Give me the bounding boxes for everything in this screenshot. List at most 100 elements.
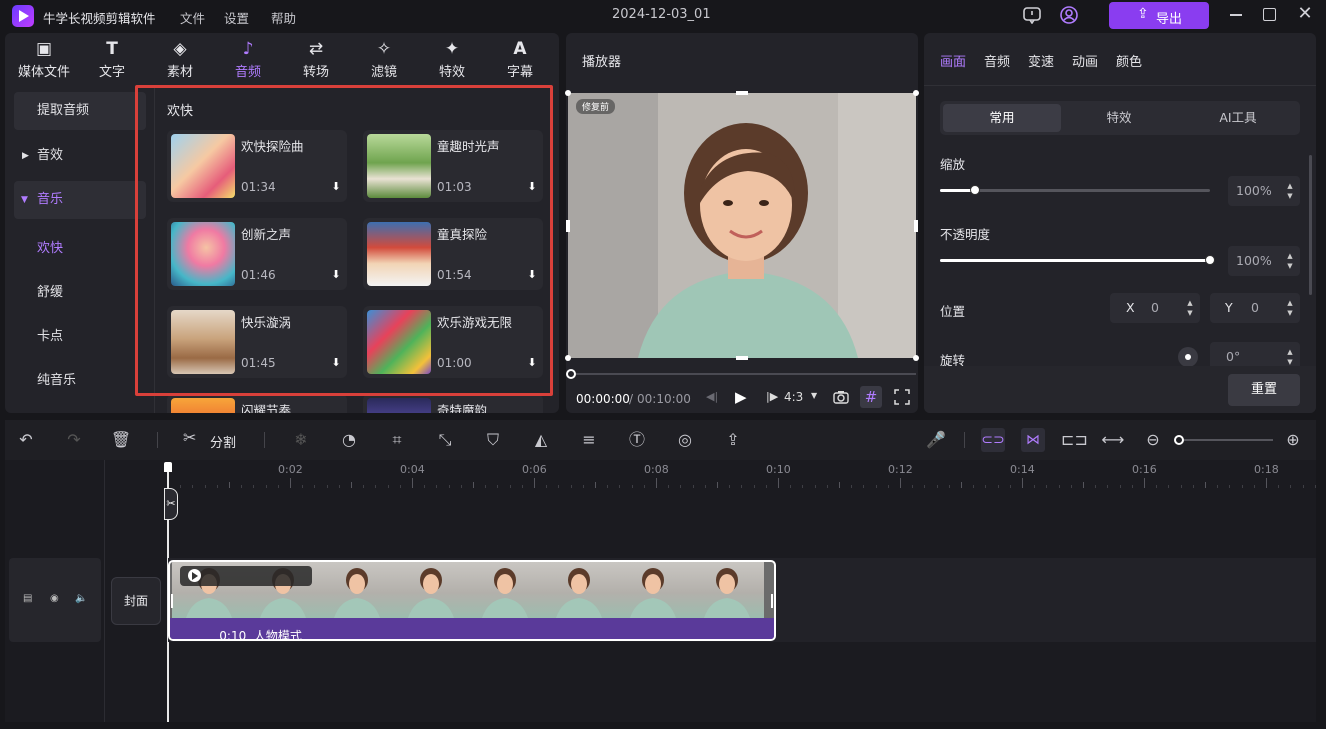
- sidebar-item-extract[interactable]: 提取音频: [14, 92, 146, 130]
- sidebar-sub-beat[interactable]: 卡点: [37, 325, 63, 344]
- tab-material[interactable]: ◈ 素材: [146, 33, 214, 83]
- prev-frame-icon[interactable]: ◀|: [706, 390, 718, 403]
- play-icon[interactable]: ▶: [735, 388, 747, 406]
- crop-handle[interactable]: [913, 90, 919, 96]
- zoom-slider[interactable]: [1177, 439, 1273, 441]
- zoom-out-icon[interactable]: ⊖: [1141, 428, 1165, 452]
- crop-handle[interactable]: [914, 220, 918, 232]
- menu-help[interactable]: 帮助: [271, 8, 296, 27]
- snap-icon[interactable]: ⋈: [1021, 428, 1045, 452]
- sidebar-item-music[interactable]: ▼ 音乐: [14, 181, 146, 219]
- redo-icon[interactable]: ↷: [62, 428, 86, 452]
- export-clip-icon[interactable]: ⇪: [721, 428, 745, 452]
- position-y-input[interactable]: Y 0 ▲ ▼: [1210, 293, 1300, 323]
- scissors-icon[interactable]: ✂: [164, 488, 178, 520]
- track-card[interactable]: 闪耀节奏: [167, 394, 347, 413]
- undo-icon[interactable]: ↶: [14, 428, 38, 452]
- snapshot-icon[interactable]: [832, 388, 850, 406]
- opacity-slider[interactable]: [940, 255, 1215, 265]
- video-preview[interactable]: 修复前: [568, 93, 916, 358]
- stepper-icon[interactable]: ▲ ▼: [1186, 298, 1194, 318]
- tab-transition[interactable]: ⇄ 转场: [282, 33, 350, 83]
- subtab-effects[interactable]: 特效: [1060, 104, 1178, 132]
- chevron-down-icon[interactable]: ▼: [811, 391, 817, 400]
- resize-icon[interactable]: ⤡: [433, 428, 457, 452]
- export-button[interactable]: ⇪ 导出: [1109, 2, 1209, 29]
- cover-button[interactable]: 封面: [111, 577, 161, 625]
- volume-icon[interactable]: 🔈: [75, 593, 87, 604]
- timeline-ruler[interactable]: 0:02 0:04 0:06 0:08 0:10 0:12 0:14 0:16 0:18: [168, 460, 1316, 488]
- menu-settings[interactable]: 设置: [224, 8, 249, 27]
- stepper-icon[interactable]: ▲ ▼: [1286, 181, 1294, 201]
- stepper-icon[interactable]: ▲ ▼: [1286, 251, 1294, 271]
- stepper-icon[interactable]: ▲ ▼: [1286, 347, 1294, 367]
- crop-icon[interactable]: ⌗: [385, 428, 409, 452]
- text-to-speech-icon[interactable]: Ⓣ: [625, 428, 649, 452]
- tab-effects[interactable]: ✦ 特效: [418, 33, 486, 83]
- rotation-dial[interactable]: [1178, 347, 1198, 367]
- zoom-in-icon[interactable]: ⊕: [1281, 428, 1305, 452]
- crop-handle[interactable]: [565, 355, 571, 361]
- mask-icon[interactable]: ⛉: [481, 428, 505, 452]
- portrait-icon[interactable]: ◎: [673, 428, 697, 452]
- link-icon[interactable]: ⊂⊃: [981, 428, 1005, 452]
- delete-icon[interactable]: 🗑: [109, 428, 133, 452]
- playback-progress[interactable]: [572, 373, 916, 375]
- sidebar-sub-soothing[interactable]: 舒缓: [37, 281, 63, 300]
- next-frame-icon[interactable]: |▶: [766, 390, 778, 403]
- prop-tab-animation[interactable]: 动画: [1072, 51, 1098, 70]
- crop-handle[interactable]: [565, 90, 571, 96]
- prop-tab-speed[interactable]: 变速: [1028, 51, 1054, 70]
- speed-icon[interactable]: ◔: [337, 428, 361, 452]
- minimize-icon[interactable]: [1230, 14, 1242, 16]
- tab-audio[interactable]: ♪ 音频: [214, 33, 282, 83]
- tab-text[interactable]: T 文字: [78, 33, 146, 83]
- crop-handle[interactable]: [736, 91, 748, 95]
- crop-handle[interactable]: [566, 220, 570, 232]
- sidebar-sub-happy[interactable]: 欢快: [37, 237, 63, 256]
- video-clip[interactable]: 0:10 人物模式: [168, 560, 776, 641]
- feedback-icon[interactable]: [1022, 6, 1042, 25]
- clip-trim-right[interactable]: [771, 594, 773, 608]
- tab-media[interactable]: ▣ 媒体文件: [10, 33, 78, 83]
- lock-icon[interactable]: ▤: [23, 593, 32, 604]
- microphone-icon[interactable]: 🎤: [924, 428, 948, 452]
- playhead-handle[interactable]: [164, 462, 172, 472]
- progress-knob[interactable]: [566, 369, 576, 379]
- clip-trim-left[interactable]: [171, 594, 173, 608]
- aspect-ratio[interactable]: 4:3: [784, 390, 803, 404]
- account-icon[interactable]: [1059, 5, 1079, 25]
- reset-button[interactable]: 重置: [1228, 374, 1300, 406]
- menu-file[interactable]: 文件: [180, 8, 205, 27]
- fit-icon[interactable]: ⟷: [1101, 428, 1125, 452]
- prop-scrollbar[interactable]: [1309, 155, 1312, 295]
- eye-icon[interactable]: ◉: [50, 593, 59, 604]
- mirror-icon[interactable]: ◭: [529, 428, 553, 452]
- unlink-icon[interactable]: ⊏⊐: [1061, 428, 1088, 452]
- tab-filter[interactable]: ✧ 滤镜: [350, 33, 418, 83]
- close-icon[interactable]: ✕: [1296, 5, 1314, 23]
- split-button[interactable]: ✂ 分割: [183, 428, 243, 452]
- subtab-common[interactable]: 常用: [943, 104, 1061, 132]
- scale-slider[interactable]: [940, 185, 1210, 195]
- stepper-icon[interactable]: ▲ ▼: [1286, 298, 1294, 318]
- crop-handle[interactable]: [736, 356, 748, 360]
- grid-icon[interactable]: #: [860, 386, 882, 408]
- subtab-ai-tools[interactable]: AI工具: [1179, 104, 1297, 132]
- prop-tab-color[interactable]: 颜色: [1116, 51, 1142, 70]
- sidebar-sub-pure[interactable]: 纯音乐: [37, 369, 76, 388]
- position-x-input[interactable]: X 0 ▲ ▼: [1110, 293, 1200, 323]
- prop-tab-picture[interactable]: 画面: [940, 51, 966, 70]
- zoom-slider-knob[interactable]: [1174, 435, 1184, 445]
- prop-tab-audio[interactable]: 音频: [984, 51, 1010, 70]
- maximize-icon[interactable]: [1263, 8, 1276, 21]
- sidebar-item-sound-effects[interactable]: ▶ 音效: [14, 137, 146, 175]
- align-icon[interactable]: ≡: [577, 428, 601, 452]
- track-card[interactable]: 奇特魔韵: [363, 394, 543, 413]
- opacity-slider-knob[interactable]: [1205, 255, 1215, 265]
- tab-subtitle[interactable]: A 字幕: [486, 33, 554, 83]
- opacity-input[interactable]: 100% ▲ ▼: [1228, 246, 1300, 276]
- freeze-icon[interactable]: ❄: [289, 428, 313, 452]
- crop-handle[interactable]: [913, 355, 919, 361]
- scale-input[interactable]: 100% ▲ ▼: [1228, 176, 1300, 206]
